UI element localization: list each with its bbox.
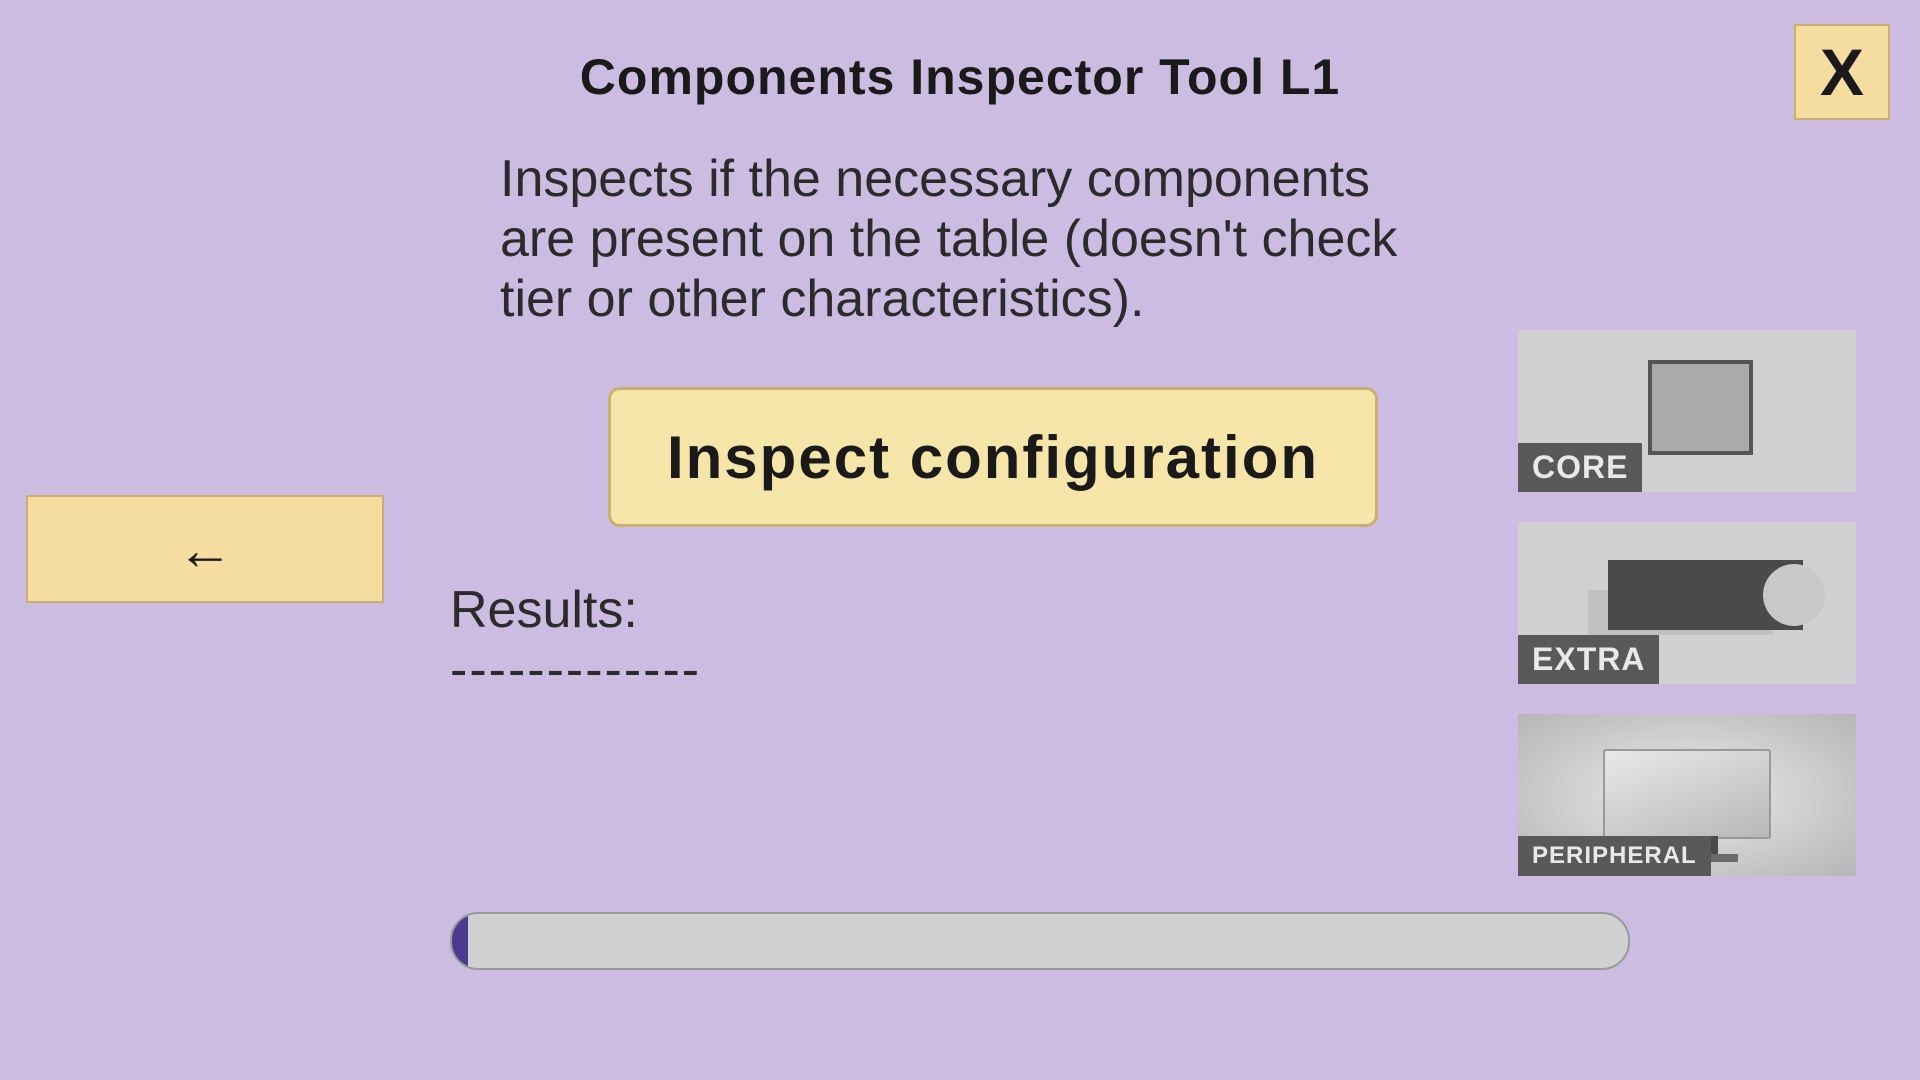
results-divider: -------------: [450, 640, 701, 700]
close-button[interactable]: X: [1794, 24, 1890, 120]
core-component-icon: [1648, 360, 1753, 455]
close-icon: X: [1820, 34, 1864, 110]
page-title: Components Inspector Tool L1: [580, 48, 1340, 106]
peripheral-monitor-icon: [1603, 749, 1771, 839]
progress-bar: [450, 912, 1630, 970]
description-text: Inspects if the necessary components are…: [500, 150, 1450, 329]
back-button[interactable]: ←: [26, 495, 384, 603]
category-core-label: CORE: [1518, 443, 1642, 492]
inspect-configuration-button[interactable]: Inspect configuration: [608, 387, 1378, 527]
inspect-button-label: Inspect configuration: [667, 423, 1319, 492]
arrow-left-icon: ←: [177, 517, 233, 582]
category-peripheral-panel[interactable]: PERIPHERAL: [1518, 714, 1856, 876]
extra-component-lens: [1763, 564, 1825, 626]
category-peripheral-label: PERIPHERAL: [1518, 836, 1711, 876]
category-extra-label: EXTRA: [1518, 635, 1659, 684]
progress-fill: [452, 914, 468, 968]
category-core-panel[interactable]: CORE: [1518, 330, 1856, 492]
category-extra-panel[interactable]: EXTRA: [1518, 522, 1856, 684]
results-label: Results:: [450, 580, 638, 640]
